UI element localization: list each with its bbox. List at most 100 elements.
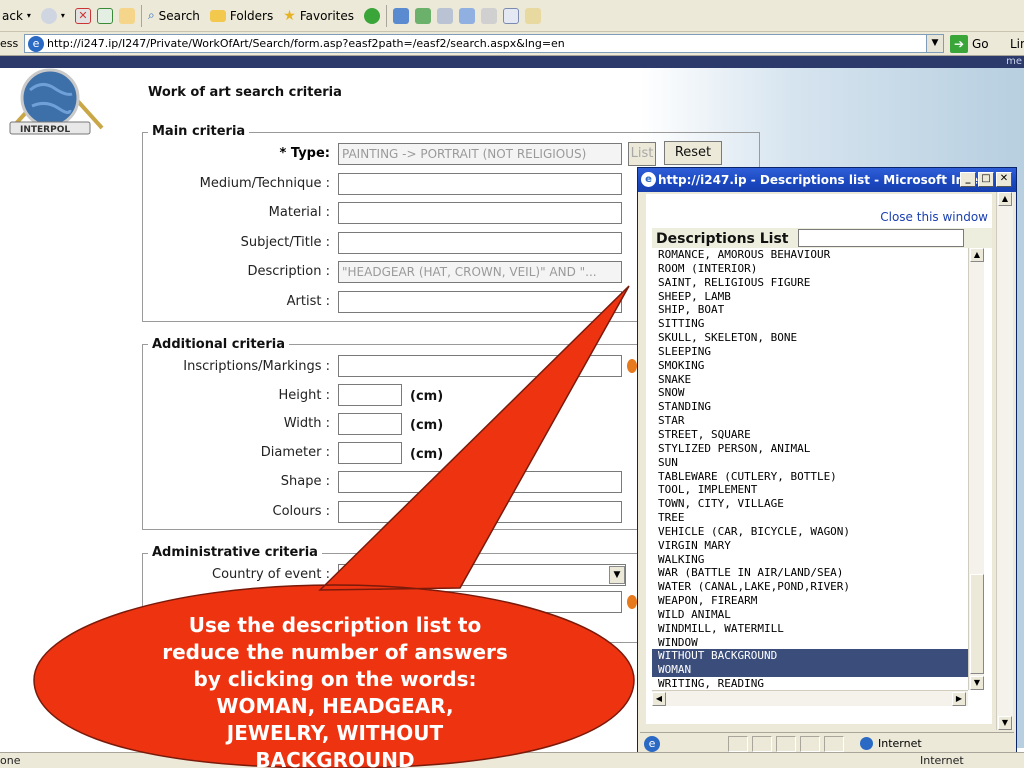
description-list-item[interactable]: SHIP, BOAT [652, 303, 968, 317]
colours-field[interactable] [338, 501, 622, 523]
medium-technique-field[interactable] [338, 173, 622, 195]
colours-label: Colours : [272, 504, 330, 519]
list-button[interactable]: List [628, 142, 656, 166]
description-list-item[interactable]: SHEEP, LAMB [652, 290, 968, 304]
description-list-item[interactable]: SMOKING [652, 359, 968, 373]
description-list-item[interactable]: TOWN, CITY, VILLAGE [652, 497, 968, 511]
listbox-horizontal-scrollbar[interactable]: ◀ ▶ [652, 690, 968, 706]
chevron-down-icon[interactable]: ▼ [926, 35, 943, 52]
shape-field[interactable] [338, 471, 622, 493]
description-list-item[interactable]: WAR (BATTLE IN AIR/LAND/SEA) [652, 566, 968, 580]
listbox-vertical-scrollbar[interactable]: ▲ ▼ [968, 248, 984, 690]
callout-line: reduce the number of answers [162, 640, 508, 664]
description-list-item[interactable]: WOMAN [652, 663, 968, 678]
inscriptions-markings-field[interactable] [338, 355, 622, 377]
close-icon[interactable]: ✕ [996, 172, 1012, 187]
description-list-item[interactable]: WILD ANIMAL [652, 608, 968, 622]
description-list-item[interactable]: SITTING [652, 317, 968, 331]
forward-button[interactable]: ▾ [40, 7, 65, 24]
description-list-item[interactable]: ROMANCE, AMOROUS BEHAVIOUR [652, 248, 968, 262]
description-list-item[interactable]: TABLEWARE (CUTLERY, BOTTLE) [652, 470, 968, 484]
description-list-item[interactable]: SLEEPING [652, 345, 968, 359]
popup-status-bar: e Internet [640, 732, 1014, 754]
description-list-item[interactable]: VEHICLE (CAR, BICYCLE, WAGON) [652, 525, 968, 539]
description-label: Description : [247, 264, 330, 279]
description-list-item[interactable]: TREE [652, 511, 968, 525]
description-list-item[interactable]: WITHOUT BACKGROUND [652, 649, 968, 664]
descriptions-filter-input[interactable] [798, 229, 964, 247]
description-list-item[interactable]: VIRGIN MARY [652, 539, 968, 553]
material-label: Material : [268, 205, 330, 220]
description-list-item[interactable]: SKULL, SKELETON, BONE [652, 331, 968, 345]
description-list-item[interactable]: WINDOW [652, 636, 968, 650]
folder-icon [209, 9, 226, 22]
stop-icon[interactable]: ✕ [74, 7, 91, 24]
help-icon[interactable] [627, 595, 637, 609]
diameter-field[interactable] [338, 442, 402, 464]
popup-title-bar[interactable]: e http://i247.ip - Descriptions list - M… [638, 168, 1016, 192]
maximize-icon[interactable]: □ [978, 172, 994, 187]
mail-icon[interactable] [415, 7, 432, 24]
favorites-button[interactable]: ★ Favorites [283, 8, 354, 24]
popup-content: Close this window Descriptions List ROMA… [646, 194, 992, 724]
search-button[interactable]: ⌕ Search [148, 8, 200, 23]
height-field[interactable] [338, 384, 402, 406]
description-list-item[interactable]: SNAKE [652, 373, 968, 387]
scroll-left-icon[interactable]: ◀ [652, 692, 666, 706]
back-button[interactable]: ack ▾ [2, 9, 31, 23]
minimize-icon[interactable]: _ [960, 172, 976, 187]
description-list-item[interactable]: SNOW [652, 386, 968, 400]
description-list-item[interactable]: ROOM (INTERIOR) [652, 262, 968, 276]
description-list-item[interactable]: STAR [652, 414, 968, 428]
cut-icon[interactable] [481, 7, 498, 24]
artist-field[interactable] [338, 291, 622, 313]
description-field[interactable]: "HEADGEAR (HAT, CROWN, VEIL)" AND "... [338, 261, 622, 283]
description-list-item[interactable]: STYLIZED PERSON, ANIMAL [652, 442, 968, 456]
administrative-criteria-legend: Administrative criteria [148, 545, 322, 560]
description-list-item[interactable]: STREET, SQUARE [652, 428, 968, 442]
shape-label: Shape : [280, 474, 330, 489]
scroll-down-icon[interactable]: ▼ [998, 716, 1012, 730]
width-field[interactable] [338, 413, 402, 435]
description-list-item[interactable]: SAINT, RELIGIOUS FIGURE [652, 276, 968, 290]
scroll-thumb[interactable] [970, 574, 984, 674]
address-input[interactable]: e http://i247.ip/I247/Private/WorkOfArt/… [24, 34, 944, 53]
folders-button[interactable]: Folders [209, 9, 273, 23]
descriptions-listbox[interactable]: ROMANCE, AMOROUS BEHAVIOUR ROOM (INTERIOR… [652, 248, 968, 690]
description-list-item[interactable]: WINDMILL, WATERMILL [652, 622, 968, 636]
home-icon[interactable] [118, 7, 135, 24]
help-icon[interactable] [627, 359, 637, 373]
description-list-item[interactable]: WALKING [652, 553, 968, 567]
media-icon[interactable] [393, 7, 410, 24]
close-window-link[interactable]: Close this window [880, 210, 988, 224]
scroll-up-icon[interactable]: ▲ [998, 192, 1012, 206]
chevron-down-icon[interactable]: ▼ [609, 566, 625, 584]
type-field[interactable]: PAINTING -> PORTRAIT (NOT RELIGIOUS) [338, 143, 622, 165]
description-list-item[interactable]: SUN [652, 456, 968, 470]
description-list-item[interactable]: TOOL, IMPLEMENT [652, 483, 968, 497]
description-list-item[interactable]: WRITING, READING [652, 677, 968, 690]
scroll-right-icon[interactable]: ▶ [952, 692, 966, 706]
links-toolbar[interactable]: Lin [1010, 37, 1024, 51]
reset-button[interactable]: Reset [664, 141, 722, 165]
edit-icon[interactable] [459, 7, 476, 24]
subject-title-field[interactable] [338, 232, 622, 254]
description-list-item[interactable]: WEAPON, FIREARM [652, 594, 968, 608]
popup-vertical-scrollbar[interactable]: ▲ ▼ [996, 192, 1013, 730]
main-criteria-legend: Main criteria [148, 124, 250, 139]
history-icon[interactable] [364, 7, 381, 24]
country-of-event-select[interactable]: A [338, 564, 626, 586]
description-list-item[interactable]: STANDING [652, 400, 968, 414]
go-button[interactable]: ➔ Go [950, 35, 989, 53]
description-list-item[interactable]: WATER (CANAL,LAKE,POND,RIVER) [652, 580, 968, 594]
scroll-down-icon[interactable]: ▼ [970, 676, 984, 690]
scroll-up-icon[interactable]: ▲ [970, 248, 984, 262]
refresh-icon[interactable] [96, 7, 113, 24]
copy-icon[interactable] [503, 7, 520, 24]
secondary-field[interactable] [338, 591, 622, 613]
material-field[interactable] [338, 202, 622, 224]
status-cell [776, 736, 796, 752]
paste-icon[interactable] [525, 7, 542, 24]
print-icon[interactable] [437, 7, 454, 24]
callout-line: BACKGROUND [255, 748, 415, 768]
